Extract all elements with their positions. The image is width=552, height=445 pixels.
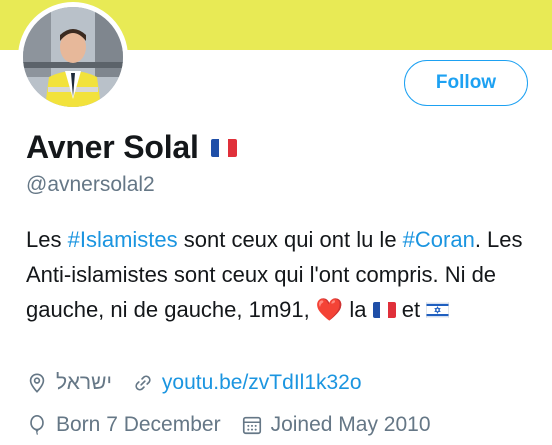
calendar-icon [241, 414, 263, 436]
birthday-text: Born 7 December [56, 413, 221, 436]
follow-button[interactable]: Follow [404, 60, 528, 106]
profile-bio: Les #Islamistes sont ceux qui ont lu le … [26, 222, 536, 327]
location-pin-icon [26, 372, 48, 394]
bio-text: sont ceux qui ont lu le [177, 227, 403, 252]
france-flag-icon [210, 139, 237, 157]
hashtag-link[interactable]: #Islamistes [68, 227, 178, 252]
profile-name-row: Avner Solal [26, 127, 237, 167]
bio-text: la [343, 297, 373, 322]
balloon-icon [26, 414, 48, 436]
link-icon [132, 372, 154, 394]
location-item: ישראל [26, 371, 112, 395]
avatar[interactable] [18, 2, 128, 112]
profile-meta-row: ישראל youtu.be/zvTdIl1k32o [26, 369, 382, 397]
avatar-image [23, 7, 123, 107]
location-text: ישראל [56, 371, 112, 394]
display-name: Avner Solal [26, 128, 199, 165]
website-link[interactable]: youtu.be/zvTdIl1k32o [162, 371, 362, 395]
bio-text: et [395, 297, 427, 322]
profile-handle: @avnersolal2 [26, 173, 155, 196]
israel-flag-icon [426, 301, 450, 318]
website-item[interactable]: youtu.be/zvTdIl1k32o [132, 371, 362, 395]
hashtag-link[interactable]: #Coran [403, 227, 475, 252]
birthday-item: Born 7 December [26, 413, 221, 437]
bio-text: Les [26, 227, 68, 252]
joined-item: Joined May 2010 [241, 413, 431, 437]
france-flag-icon [372, 301, 396, 318]
profile-meta-row-2: Born 7 December Joined May 2010 [26, 411, 451, 439]
joined-text: Joined May 2010 [270, 413, 431, 436]
heart-icon: ❤️ [315, 297, 344, 322]
